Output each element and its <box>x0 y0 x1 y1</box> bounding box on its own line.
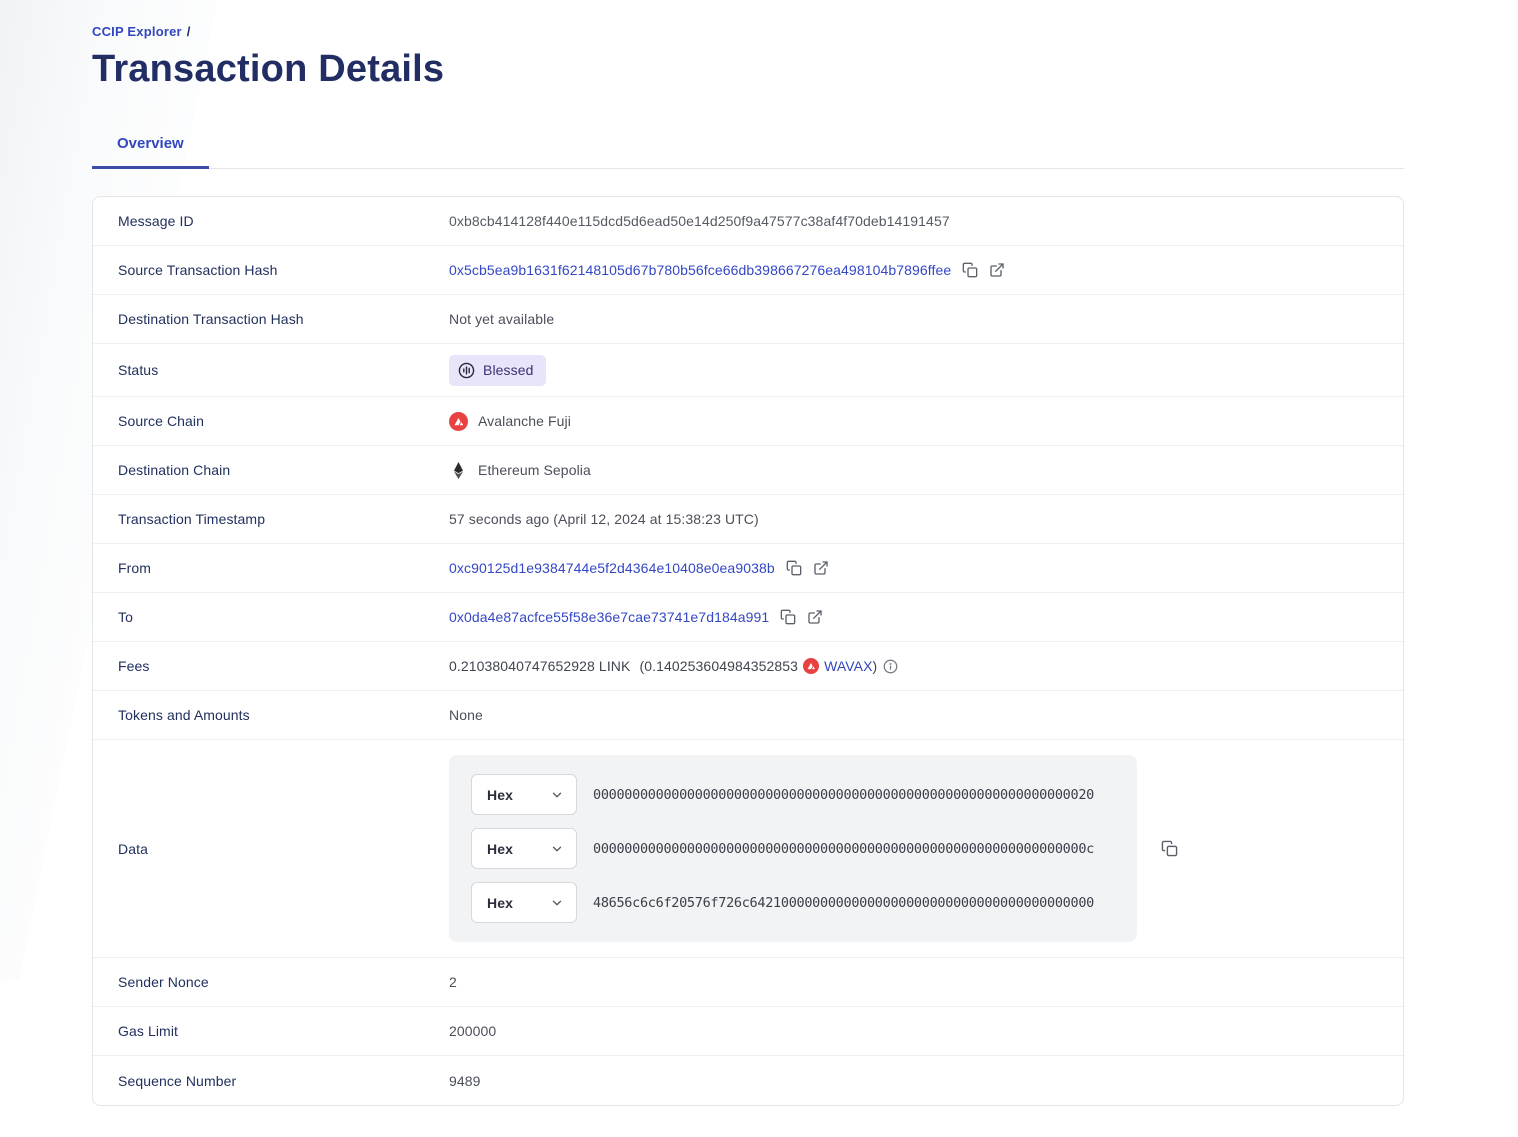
hex-line: Hex 000000000000000000000000000000000000… <box>471 828 1115 869</box>
avalanche-logo-icon <box>449 412 468 431</box>
breadcrumb: CCIP Explorer / <box>92 24 1404 39</box>
hex-format-selected-value: Hex <box>487 895 513 911</box>
table-row-gas-limit: Gas Limit 200000 <box>93 1007 1403 1056</box>
copy-icon[interactable] <box>780 609 796 625</box>
table-row-dest-tx-hash: Destination Transaction Hash Not yet ava… <box>93 295 1403 344</box>
status-badge-text: Blessed <box>483 362 534 378</box>
to-label: To <box>118 609 449 625</box>
breadcrumb-separator: / <box>187 24 191 39</box>
page-title: Transaction Details <box>92 48 1404 91</box>
sender-nonce-value: 2 <box>449 974 457 990</box>
tab-bar: Overview <box>92 135 1404 169</box>
sequence-number-label: Sequence Number <box>118 1073 449 1089</box>
table-row-timestamp: Transaction Timestamp 57 seconds ago (Ap… <box>93 495 1403 544</box>
avalanche-logo-icon <box>803 658 819 674</box>
chevron-down-icon <box>550 788 564 802</box>
main-content: CCIP Explorer / Transaction Details Overv… <box>92 0 1404 1106</box>
status-badge: Blessed <box>449 355 546 386</box>
tab-overview[interactable]: Overview <box>92 135 209 169</box>
dest-tx-hash-label: Destination Transaction Hash <box>118 311 449 327</box>
hex-format-selected-value: Hex <box>487 841 513 857</box>
hex-format-selected-value: Hex <box>487 787 513 803</box>
dest-chain-label: Destination Chain <box>118 462 449 478</box>
fees-link-amount: 0.21038040747652928 LINK <box>449 658 630 674</box>
table-row-message-id: Message ID 0xb8cb414128f440e115dcd5d6ead… <box>93 197 1403 246</box>
hex-format-select[interactable]: Hex <box>471 882 577 923</box>
table-row-data: Data Hex 0000000000000000000000000000000… <box>93 740 1403 958</box>
fees-label: Fees <box>118 658 449 674</box>
hex-format-select[interactable]: Hex <box>471 774 577 815</box>
table-row-tokens: Tokens and Amounts None <box>93 691 1403 740</box>
external-link-icon[interactable] <box>989 262 1005 278</box>
breadcrumb-ccip-explorer-link[interactable]: CCIP Explorer <box>92 24 182 39</box>
data-hex-block: Hex 000000000000000000000000000000000000… <box>449 755 1137 942</box>
source-chain-name: Avalanche Fuji <box>478 413 571 429</box>
transaction-details-page: CCIP Explorer / Transaction Details Overv… <box>0 0 1518 1137</box>
hex-line: Hex 000000000000000000000000000000000000… <box>471 774 1115 815</box>
to-address-link[interactable]: 0x0da4e87acfce55f58e36e7cae73741e7d184a9… <box>449 609 769 625</box>
fees-close-paren: ) <box>873 658 878 674</box>
hex-data-line: 48656c6c6f20576f726c64210000000000000000… <box>593 895 1094 911</box>
gas-limit-value: 200000 <box>449 1023 496 1039</box>
timestamp-value: 57 seconds ago (April 12, 2024 at 15:38:… <box>449 511 759 527</box>
table-row-dest-chain: Destination Chain Ethereum Sepolia <box>93 446 1403 495</box>
from-address-link[interactable]: 0xc90125d1e9384744e5f2d4364e10408e0ea903… <box>449 560 775 576</box>
table-row-sequence-number: Sequence Number 9489 <box>93 1056 1403 1105</box>
chevron-down-icon <box>550 896 564 910</box>
sender-nonce-label: Sender Nonce <box>118 974 449 990</box>
message-id-value: 0xb8cb414128f440e115dcd5d6ead50e14d250f9… <box>449 213 950 229</box>
copy-icon[interactable] <box>786 560 802 576</box>
hex-format-select[interactable]: Hex <box>471 828 577 869</box>
ethereum-logo-icon <box>449 462 468 479</box>
external-link-icon[interactable] <box>807 609 823 625</box>
transaction-details-card: Message ID 0xb8cb414128f440e115dcd5d6ead… <box>92 196 1404 1106</box>
table-row-from: From 0xc90125d1e9384744e5f2d4364e10408e0… <box>93 544 1403 593</box>
source-tx-hash-link[interactable]: 0x5cb5ea9b1631f62148105d67b780b56fce66db… <box>449 262 951 278</box>
hex-line: Hex 48656c6c6f20576f726c6421000000000000… <box>471 882 1115 923</box>
sequence-number-value: 9489 <box>449 1073 481 1089</box>
copy-icon[interactable] <box>962 262 978 278</box>
message-id-label: Message ID <box>118 213 449 229</box>
wavax-token-link[interactable]: WAVAX <box>824 658 872 674</box>
source-tx-hash-label: Source Transaction Hash <box>118 262 449 278</box>
table-row-fees: Fees 0.21038040747652928 LINK (0.1402536… <box>93 642 1403 691</box>
dest-tx-hash-value: Not yet available <box>449 311 554 327</box>
table-row-to: To 0x0da4e87acfce55f58e36e7cae73741e7d18… <box>93 593 1403 642</box>
tokens-value: None <box>449 707 483 723</box>
from-label: From <box>118 560 449 576</box>
source-chain-label: Source Chain <box>118 413 449 429</box>
info-icon[interactable] <box>883 659 898 674</box>
external-link-icon[interactable] <box>813 560 829 576</box>
signal-circle-icon <box>458 362 475 379</box>
tokens-label: Tokens and Amounts <box>118 707 449 723</box>
table-row-source-tx-hash: Source Transaction Hash 0x5cb5ea9b1631f6… <box>93 246 1403 295</box>
table-row-status: Status Blessed <box>93 344 1403 397</box>
dest-chain-name: Ethereum Sepolia <box>478 462 591 478</box>
data-label: Data <box>118 841 449 857</box>
table-row-sender-nonce: Sender Nonce 2 <box>93 958 1403 1007</box>
table-row-source-chain: Source Chain Avalanche Fuji <box>93 397 1403 446</box>
gas-limit-label: Gas Limit <box>118 1023 449 1039</box>
chevron-down-icon <box>550 842 564 856</box>
fees-wavax-amount: 0.140253604984352853 <box>644 658 798 674</box>
copy-icon[interactable] <box>1161 840 1178 857</box>
hex-data-line: 0000000000000000000000000000000000000000… <box>593 841 1094 857</box>
status-label: Status <box>118 362 449 378</box>
timestamp-label: Transaction Timestamp <box>118 511 449 527</box>
hex-data-line: 0000000000000000000000000000000000000000… <box>593 787 1094 803</box>
